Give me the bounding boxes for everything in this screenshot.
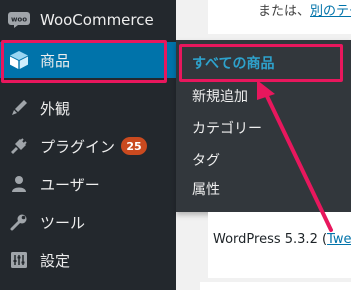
- settings-sliders-icon: [8, 249, 30, 271]
- content-bottom-strip: [200, 282, 351, 290]
- other-theme-link[interactable]: 別のテーマ: [310, 4, 351, 19]
- sidebar-item-plugins[interactable]: プラグイン 25: [0, 128, 176, 164]
- sidebar-item-tools[interactable]: ツール: [0, 204, 176, 240]
- sidebar-item-woocommerce[interactable]: woo WooCommerce: [0, 2, 176, 38]
- sidebar-item-label: ユーザー: [40, 175, 100, 194]
- plugin-icon: [8, 135, 30, 157]
- sidebar-item-label: 外観: [40, 99, 71, 118]
- wordpress-version-text: WordPress 5.3.2 (Twe: [213, 232, 351, 247]
- theme-link[interactable]: Twe: [327, 232, 351, 247]
- sidebar-item-settings[interactable]: 設定: [0, 242, 176, 278]
- wrench-icon: [8, 211, 30, 233]
- content-top-panel: または、別のテーマ: [208, 0, 351, 34]
- products-highlight-frame: [1, 40, 167, 83]
- sidebar-item-label: ツール: [40, 213, 86, 232]
- user-icon: [8, 173, 30, 195]
- sidebar-item-appearance[interactable]: 外観: [0, 90, 176, 126]
- submenu-item-attributes[interactable]: 属性: [192, 179, 220, 199]
- sidebar-item-label: WooCommerce: [40, 11, 154, 29]
- paintbrush-icon: [8, 97, 30, 119]
- sidebar-item-label: プラグイン: [40, 137, 116, 156]
- plugin-update-count-badge: 25: [121, 137, 147, 155]
- svg-text:woo: woo: [11, 16, 27, 24]
- sidebar-item-users[interactable]: ユーザー: [0, 166, 176, 202]
- all-products-highlight-frame: [179, 44, 343, 82]
- submenu-item-tags[interactable]: タグ: [192, 150, 220, 170]
- submenu-item-add-new[interactable]: 新規追加: [192, 86, 248, 106]
- theme-note: または、別のテーマ: [258, 0, 351, 19]
- sidebar-item-label: 設定: [40, 251, 71, 270]
- submenu-item-categories[interactable]: カテゴリー: [192, 118, 262, 138]
- woocommerce-icon: woo: [8, 9, 30, 31]
